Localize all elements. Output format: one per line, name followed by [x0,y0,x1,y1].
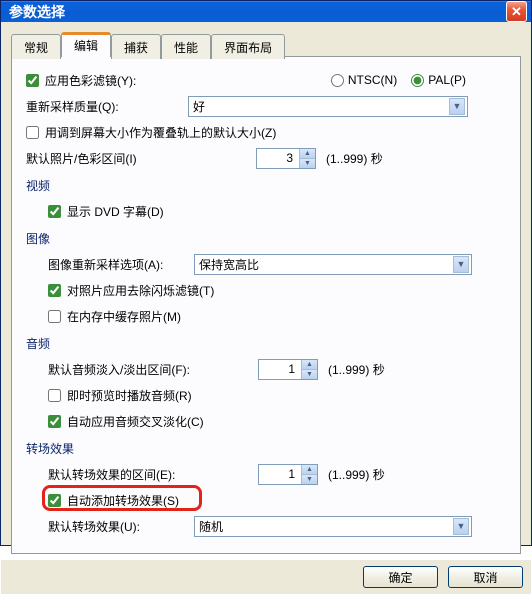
auto-crossfade-checkbox[interactable] [48,415,61,428]
ntsc-option[interactable]: NTSC(N) [331,73,397,87]
show-dvd-subtitles-checkbox[interactable] [48,205,61,218]
titlebar: 参数选择 ✕ [1,1,531,22]
instant-preview-audio-checkbox[interactable] [48,389,61,402]
apply-color-filter-checkbox[interactable] [26,74,39,87]
tab-capture[interactable]: 捕获 [111,34,161,59]
auto-crossfade-label: 自动应用音频交叉淡化(C) [67,413,204,430]
audio-fade-value: 1 [259,360,301,379]
close-icon[interactable]: ✕ [506,1,527,22]
cache-photos-label: 在内存中缓存照片(M) [67,308,181,325]
show-dvd-subtitles-label: 显示 DVD 字幕(D) [67,203,164,220]
cache-photos-checkbox[interactable] [48,310,61,323]
transition-type-label: 默认转场效果(U): [48,518,194,535]
auto-add-transition-checkbox[interactable] [48,494,61,507]
ntsc-radio[interactable] [331,74,344,87]
auto-add-transition-label: 自动添加转场效果(S) [67,492,179,509]
transition-default-label: 默认转场效果的区间(E): [48,466,258,483]
tab-general[interactable]: 常规 [11,34,61,59]
transition-type-value: 随机 [199,518,453,535]
preferences-window: 参数选择 ✕ 常规 编辑 捕获 性能 界面布局 应用色彩滤镜(Y): NTSC(… [0,0,532,546]
tab-layout[interactable]: 界面布局 [211,34,285,59]
image-resample-opt-value: 保持宽高比 [199,256,453,273]
overlay-default-size-label: 用调到屏幕大小作为覆叠轨上的默认大小(Z) [45,124,276,141]
image-header: 图像 [26,230,506,247]
resample-quality-label: 重新采样质量(Q): [26,98,188,115]
chevron-up-icon[interactable]: ▲ [301,465,317,475]
audio-fade-spinner[interactable]: 1 ▲ ▼ [258,359,318,380]
transition-default-spinner[interactable]: 1 ▲ ▼ [258,464,318,485]
chevron-up-icon[interactable]: ▲ [299,149,315,159]
chevron-down-icon[interactable]: ▼ [299,159,315,168]
audio-fade-range: (1..999) 秒 [328,361,385,378]
apply-color-filter-label: 应用色彩滤镜(Y): [45,72,136,89]
image-resample-opt-select[interactable]: 保持宽高比 ▼ [194,254,472,275]
resample-quality-select[interactable]: 好 ▼ [188,96,468,117]
transition-default-range: (1..999) 秒 [328,466,385,483]
default-photo-label: 默认照片/色彩区间(I) [26,150,256,167]
ok-button[interactable]: 确定 [363,566,438,588]
transition-header: 转场效果 [26,440,506,457]
ntsc-label: NTSC(N) [348,73,397,87]
cancel-button[interactable]: 取消 [448,566,523,588]
pal-radio[interactable] [411,74,424,87]
deflicker-label: 对照片应用去除闪烁滤镜(T) [67,282,214,299]
tabs: 常规 编辑 捕获 性能 界面布局 [11,32,521,57]
chevron-down-icon: ▼ [453,518,469,535]
default-photo-value: 3 [257,149,299,168]
chevron-down-icon[interactable]: ▼ [301,475,317,484]
default-photo-spinner[interactable]: 3 ▲ ▼ [256,148,316,169]
resample-quality-value: 好 [193,98,449,115]
window-title: 参数选择 [9,2,506,22]
transition-type-select[interactable]: 随机 ▼ [194,516,472,537]
pal-label: PAL(P) [428,73,466,87]
default-photo-range: (1..999) 秒 [326,150,383,167]
image-resample-opt-label: 图像重新采样选项(A): [48,256,194,273]
panel-edit: 应用色彩滤镜(Y): NTSC(N) PAL(P) 重新采样质量(Q): 好 ▼ [11,56,521,554]
audio-header: 音频 [26,335,506,352]
instant-preview-audio-label: 即时预览时播放音频(R) [67,387,192,404]
button-bar: 确定 取消 [1,560,531,594]
transition-default-value: 1 [259,465,301,484]
tab-edit[interactable]: 编辑 [61,32,111,57]
deflicker-checkbox[interactable] [48,284,61,297]
chevron-down-icon[interactable]: ▼ [301,370,317,379]
audio-fade-label: 默认音频淡入/淡出区间(F): [48,361,258,378]
chevron-down-icon: ▼ [453,256,469,273]
chevron-down-icon: ▼ [449,98,465,115]
tab-performance[interactable]: 性能 [161,34,211,59]
chevron-up-icon[interactable]: ▲ [301,360,317,370]
pal-option[interactable]: PAL(P) [411,73,466,87]
video-header: 视频 [26,177,506,194]
overlay-default-size-checkbox[interactable] [26,126,39,139]
